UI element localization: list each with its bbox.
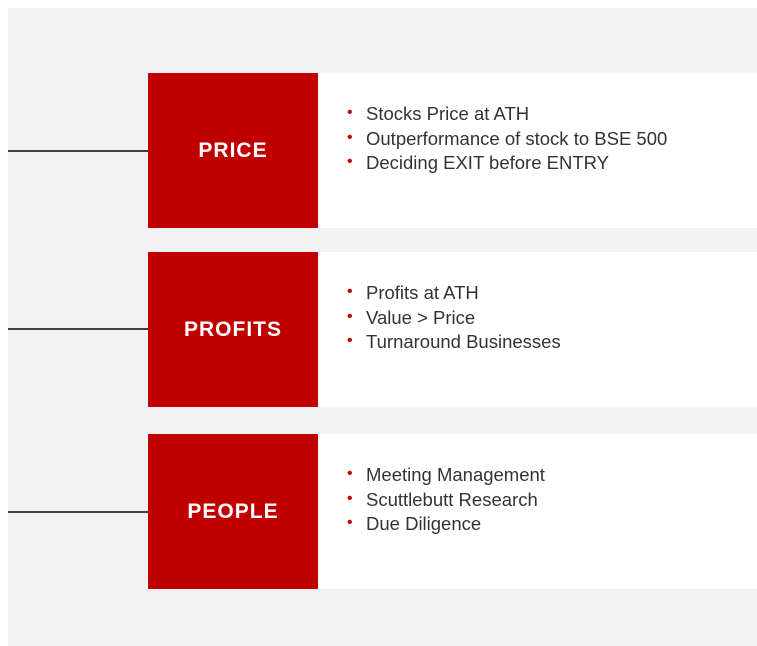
category-label-price: PRICE bbox=[148, 73, 318, 228]
bullet-icon: • bbox=[347, 514, 353, 531]
list-item: • Due Diligence bbox=[347, 513, 482, 534]
bullet-icon: • bbox=[347, 283, 353, 300]
category-row-price: PRICE • Stocks Price at ATH • Outperforman… bbox=[148, 73, 757, 228]
list-item: • Deciding EXIT before ENTRY bbox=[347, 152, 610, 173]
category-label-profits: PROFITS bbox=[148, 252, 318, 407]
bullet-icon: • bbox=[347, 128, 353, 146]
category-label-people: PEOPLE bbox=[148, 434, 318, 589]
list-item: • Value > Price bbox=[347, 306, 476, 328]
bullet-icon: • bbox=[347, 489, 353, 507]
list-item: • Meeting Management bbox=[347, 464, 545, 485]
list-item: • Profits at ATH bbox=[347, 282, 479, 303]
list-item: • Stocks Price at ATH bbox=[347, 103, 530, 124]
category-row-people: PEOPLE • Meeting Management • Scuttlebutt … bbox=[148, 434, 757, 589]
bullet-list: • Profits at ATH • Value > Price • Turnarou… bbox=[346, 281, 561, 355]
category-content-profits: • Profits at ATH • Value > Price • Turnarou… bbox=[318, 252, 757, 407]
list-item: • Turnaround Businesses bbox=[347, 331, 561, 352]
bullet-icon: • bbox=[347, 307, 353, 325]
category-content-price: • Stocks Price at ATH • Outperformance of … bbox=[318, 73, 757, 228]
diagram-canvas: PRICE • Stocks Price at ATH • Outperforman… bbox=[0, 0, 757, 646]
bullet-icon: • bbox=[347, 153, 353, 170]
bullet-icon: • bbox=[347, 104, 353, 121]
list-item: • Scuttlebutt Research bbox=[347, 488, 538, 510]
category-content-people: • Meeting Management • Scuttlebutt Researc… bbox=[318, 434, 757, 589]
bullet-list: • Stocks Price at ATH • Outperformance of … bbox=[346, 102, 667, 176]
bullet-list: • Meeting Management • Scuttlebutt Researc… bbox=[346, 463, 545, 537]
category-row-profits: PROFITS • Profits at ATH • Value > Price •… bbox=[148, 252, 757, 407]
bullet-icon: • bbox=[347, 465, 353, 482]
list-item: • Outperformance of stock to BSE 500 bbox=[347, 127, 668, 149]
bullet-icon: • bbox=[347, 332, 353, 349]
